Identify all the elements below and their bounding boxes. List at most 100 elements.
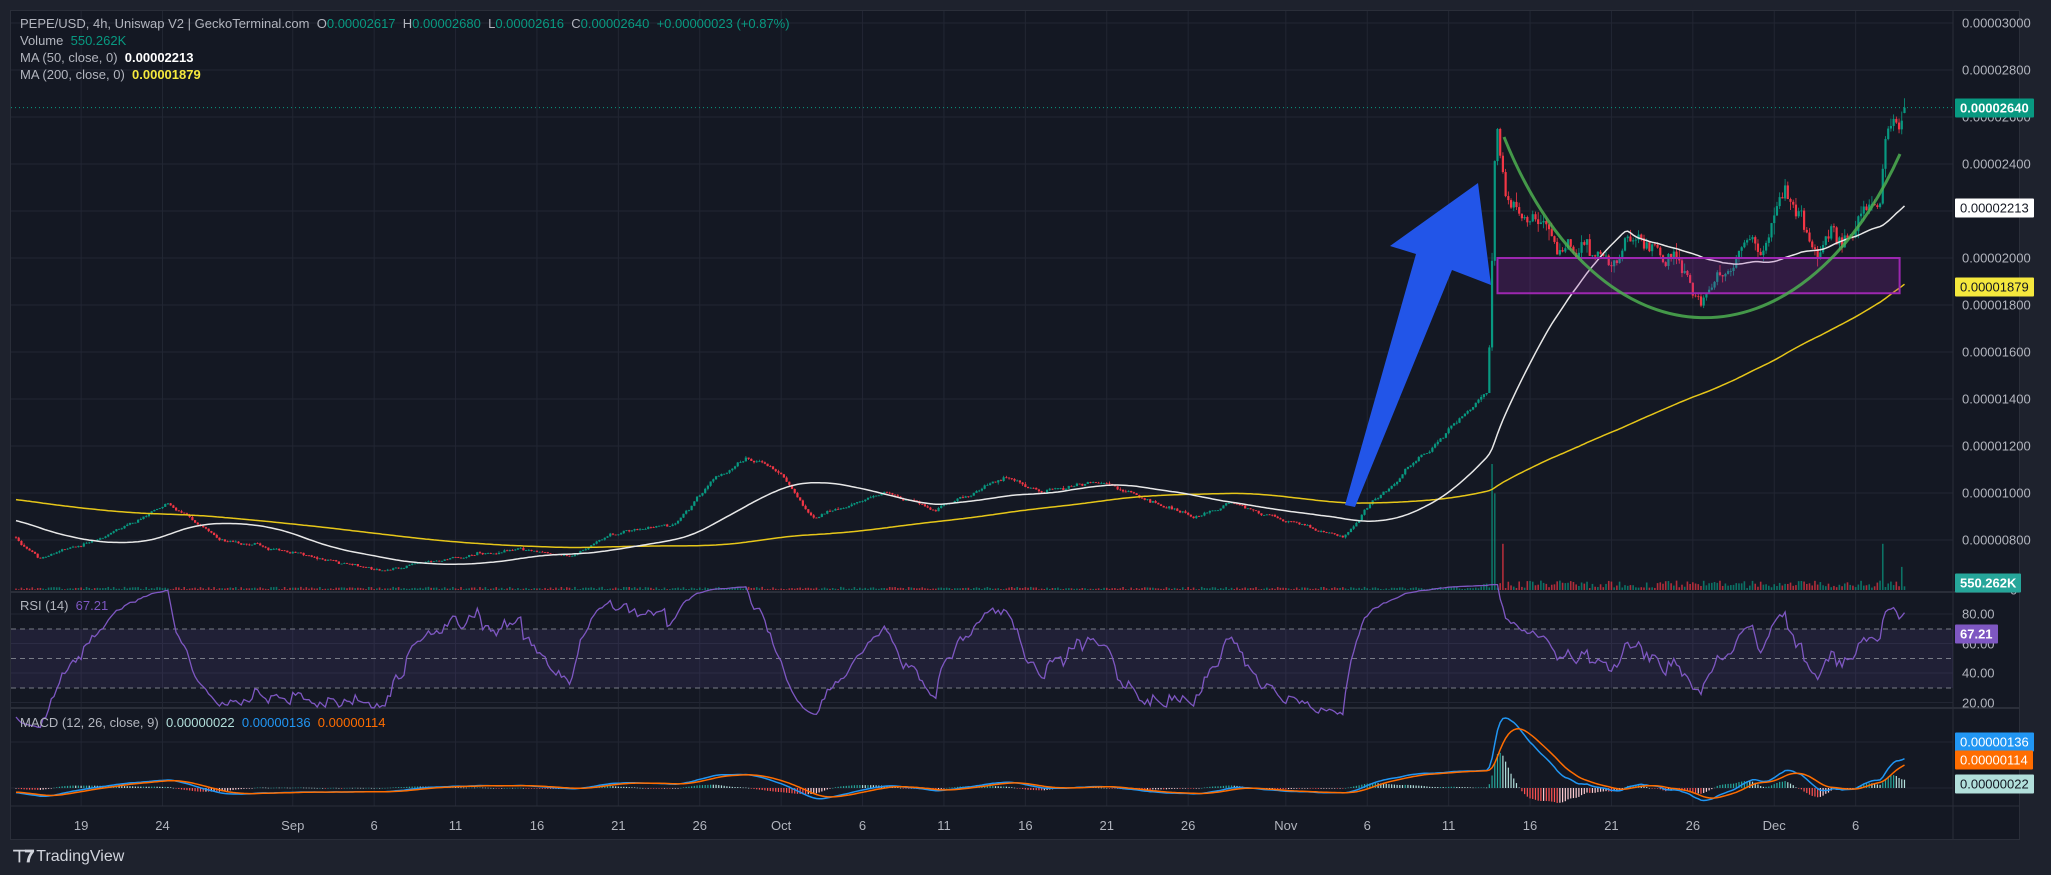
chart-canvas[interactable] [0,0,2051,875]
candle-body [1062,488,1065,490]
macd-histogram-bar [1108,788,1111,789]
candle-body [240,543,243,545]
candle-body [1808,232,1811,242]
volume-bar [1241,588,1244,590]
volume-bar [1900,566,1903,590]
macd-histogram-bar [509,787,511,789]
volume-bar [134,587,137,590]
candle-body [1311,527,1315,529]
candle-body [326,559,330,561]
volume-bar [55,587,58,590]
legend-macd-row[interactable]: MACD (12, 26, close, 9) 0.00000022 0.000… [20,715,386,730]
volume-bar [742,588,744,590]
volume-bar [1664,581,1667,590]
candle-body [1227,503,1230,505]
candle-body [1037,489,1041,492]
macd-histogram-bar [748,787,750,789]
time-axis-label: 6 [370,818,378,833]
volume-bar [753,587,755,590]
volume-bar [587,587,590,590]
macd-histogram-bar [1895,776,1897,788]
macd-histogram-bar [406,786,408,788]
macd-histogram-bar [1328,788,1330,789]
volume-bar [1827,583,1830,590]
macd-histogram-bar [408,786,411,788]
macd-histogram-bar [530,788,533,789]
candle-body [1751,237,1754,240]
volume-bar [1195,589,1198,590]
macd-histogram-bar [677,788,679,789]
volume-bar [924,588,926,590]
support-zone-rectangle[interactable] [1496,257,1901,295]
volume-bar [1279,587,1282,590]
macd-histogram-bar [756,788,758,790]
volume-bar [1065,588,1067,590]
macd-histogram-bar [313,787,316,789]
candle-body [980,488,984,491]
candle-body [1083,483,1087,486]
volume-bar [305,587,308,590]
volume-bar [1635,587,1637,590]
candle-body [1499,128,1502,156]
macd-histogram-bar [1206,787,1208,788]
volume-bar [1784,583,1786,590]
volume-bar [1480,586,1482,590]
volume-bar [1111,588,1113,590]
volume-bar [1678,587,1681,590]
macd-histogram-bar [710,784,712,788]
symbol-title[interactable]: PEPE/USD, 4h, Uniswap V2 | GeckoTerminal… [20,16,310,31]
macd-histogram-bar [1149,788,1151,790]
candle-body [142,516,145,519]
macd-histogram-bar [1589,788,1591,793]
legend-volume-row[interactable]: Volume 550.262K [20,33,126,48]
macd-histogram-bar [861,785,864,788]
volume-bar [932,588,934,590]
candle-body [153,509,156,512]
macd-histogram-bar [650,788,652,789]
volume-bar [1271,588,1274,590]
volume-bar [457,588,460,590]
candle-body [793,489,796,493]
volume-bar [989,587,991,590]
volume-bar [107,586,110,590]
macd-histogram-bar [1399,785,1401,788]
candle-body [400,568,403,570]
volume-bar [750,588,753,590]
macd-histogram-bar [1003,786,1005,788]
volume-bar [1298,589,1301,590]
candle-body [568,555,571,557]
volume-bar [1453,587,1455,590]
candle-body [1048,488,1051,490]
volume-bar [655,587,658,590]
macd-line-value: 0.00000136 [241,715,311,730]
candle-body [459,557,463,559]
volume-bar [1146,587,1149,590]
legend-ma200-row[interactable]: MA (200, close, 0) 0.00001879 [20,67,201,82]
candle-body [487,553,490,555]
volume-bar [411,588,413,590]
volume-bar [1797,581,1800,590]
volume-bar [1795,585,1797,590]
macd-histogram-bar [536,788,538,789]
macd-histogram-bar [292,787,294,789]
candle-body [630,530,634,532]
candle-body [69,547,72,549]
macd-histogram-bar [1488,784,1490,788]
legend-ma50-row[interactable]: MA (50, close, 0) 0.00002213 [20,50,193,65]
macd-histogram-bar [859,785,861,788]
price-axis-label: 0.00002400 [1962,156,2031,172]
macd-histogram-bar [1190,788,1192,789]
candle-body [1702,297,1705,306]
volume-bar [685,588,687,590]
macd-histogram-bar [994,786,997,788]
time-axis-label: Nov [1274,818,1298,833]
ma200-badge: 0.00001879 [1955,277,2034,297]
candle-body [1344,534,1347,538]
legend-rsi-row[interactable]: RSI (14) 67.21 [20,598,108,613]
macd-histogram-bar [1220,786,1222,788]
macd-histogram-bar [42,788,44,790]
tradingview-footer[interactable]: ⊤𝟕 TradingView [12,847,124,867]
candle-body [1447,428,1450,434]
volume-bar [180,589,183,590]
candle-body [1463,413,1467,417]
